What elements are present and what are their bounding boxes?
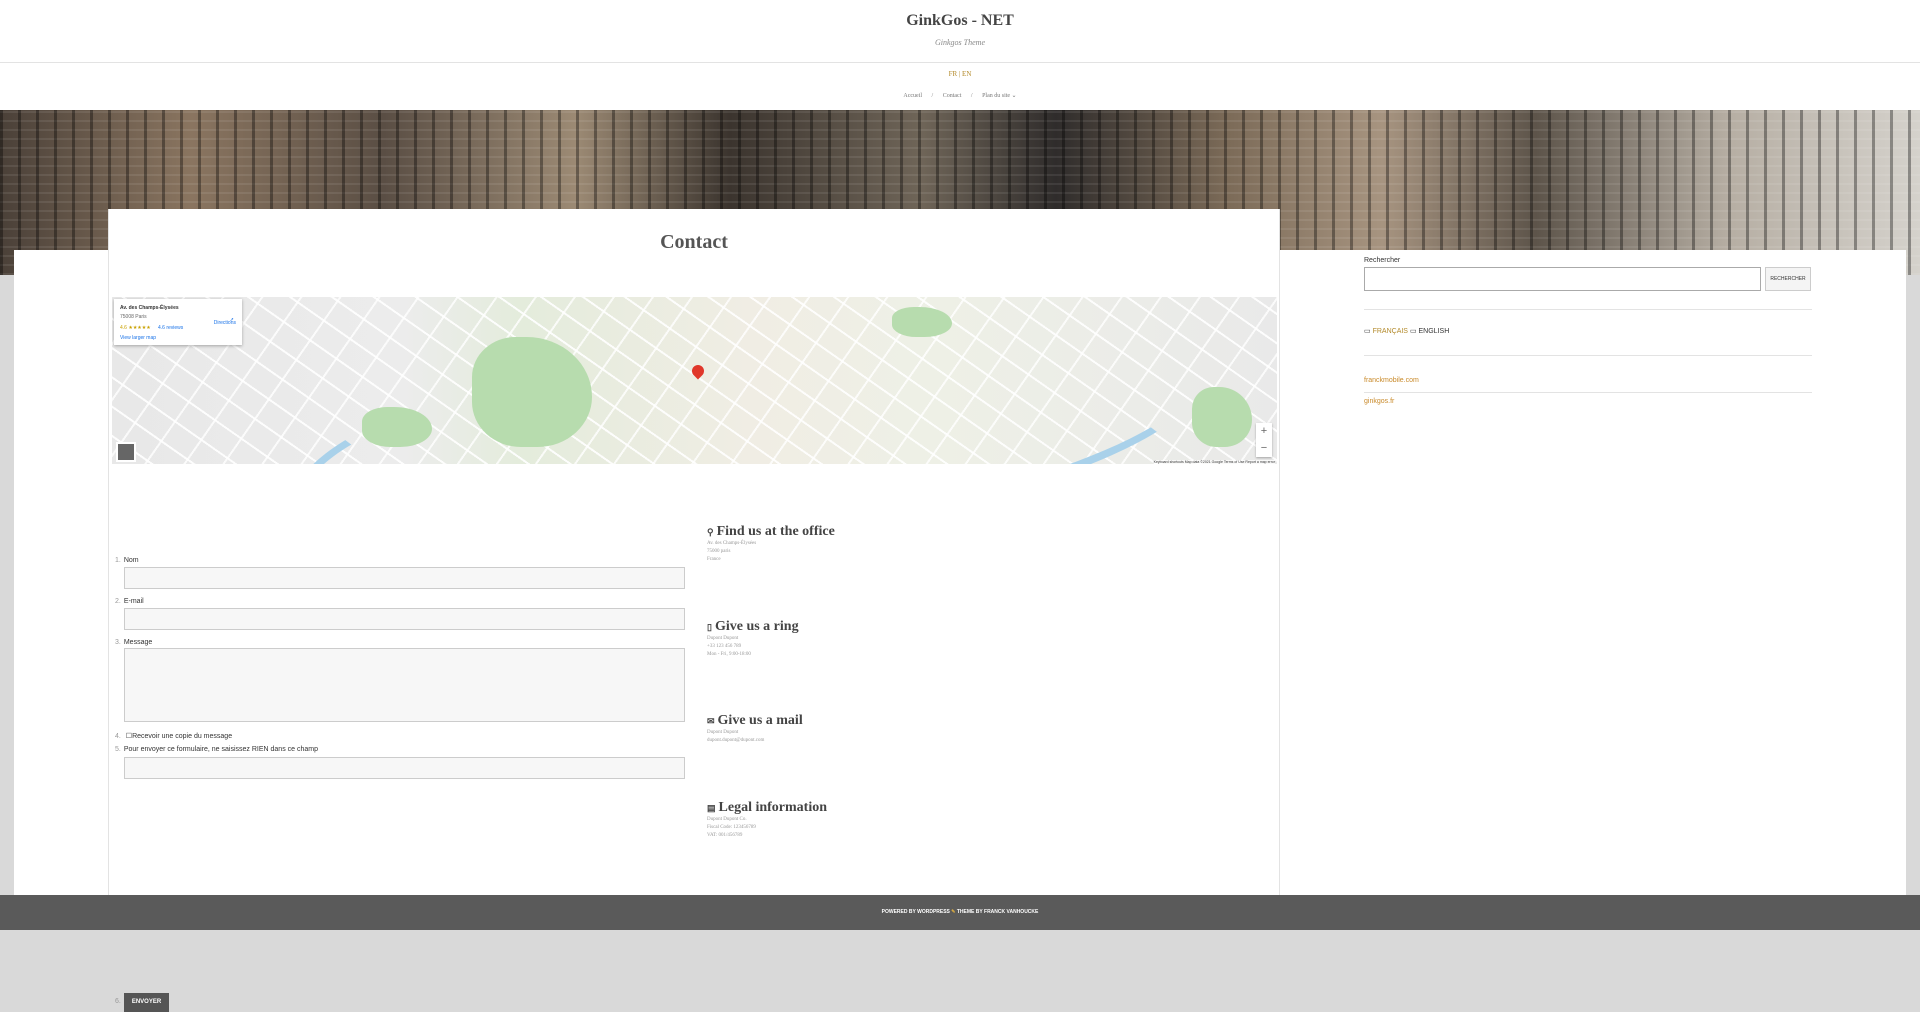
phone-icon: ▯ bbox=[707, 622, 712, 632]
flag-en-icon: ▭ bbox=[1409, 328, 1417, 335]
map-place-name: Av. des Champs-Élysées bbox=[120, 305, 179, 311]
message-label: 3. Message bbox=[115, 639, 153, 646]
info-phone: ▯ Give us a ring Dupont Dupont +33 123 45… bbox=[707, 619, 799, 657]
nav-separator: / bbox=[970, 93, 973, 99]
zoom-in-button[interactable]: + bbox=[1256, 423, 1272, 440]
nav-item-contact[interactable]: Contact bbox=[943, 93, 962, 99]
envelope-icon: ✉ bbox=[707, 716, 715, 726]
page-title: Contact bbox=[660, 231, 728, 253]
info-mail: ✉ Give us a mail Dupont Dupont dupont.dup… bbox=[707, 713, 803, 743]
theme-credit-link[interactable]: THEME BY FRANCK VANHOUCKE bbox=[957, 909, 1038, 915]
map-reviews-link[interactable]: 4.6 reviews bbox=[158, 325, 183, 331]
main-nav: Accueil / Contact / Plan du site ⌄ bbox=[0, 92, 1920, 99]
header-divider bbox=[0, 62, 1920, 63]
link-franckmobile[interactable]: franckmobile.com bbox=[1364, 377, 1419, 384]
flag-fr-icon: ▭ bbox=[1364, 328, 1371, 335]
message-textarea[interactable] bbox=[124, 648, 685, 722]
email-label: 2. E-mail bbox=[115, 598, 144, 605]
nav-separator: / bbox=[931, 93, 934, 99]
map-place-card: Av. des Champs-Élysées 75008 Paris 4.6 ★… bbox=[114, 299, 242, 345]
copy-checkbox-row: 4. ☐Recevoir une copie du message bbox=[115, 733, 233, 740]
sidebar-divider bbox=[1364, 392, 1812, 393]
info-legal: ▤ Legal information Dupont Dupont Co. Fis… bbox=[707, 800, 828, 838]
nav-item-plan-du-site[interactable]: Plan du site ⌄ bbox=[982, 93, 1017, 99]
name-input[interactable] bbox=[124, 567, 685, 589]
map-park bbox=[1192, 387, 1252, 447]
lang-francais-link[interactable]: FRANÇAIS bbox=[1373, 328, 1408, 335]
map-directions-link[interactable]: Directions bbox=[214, 320, 236, 326]
search-input[interactable] bbox=[1364, 267, 1761, 291]
sidebar-divider bbox=[1364, 309, 1812, 310]
email-input[interactable] bbox=[124, 608, 685, 630]
send-row-number: 6. bbox=[115, 998, 121, 1005]
language-list: ▭ FRANÇAIS ▭ ENGLISH bbox=[1364, 327, 1449, 335]
zoom-out-button[interactable]: − bbox=[1256, 440, 1272, 457]
map-place-address: 75008 Paris bbox=[120, 314, 147, 320]
satellite-toggle-button[interactable] bbox=[116, 442, 136, 462]
search-label: Rechercher bbox=[1364, 257, 1401, 264]
honeypot-input[interactable] bbox=[124, 757, 685, 779]
site-header: GinkGos - NET Ginkgos Theme FR | EN Accu… bbox=[0, 0, 1920, 110]
search-button[interactable]: RECHERCHER bbox=[1765, 267, 1811, 291]
powered-by-link[interactable]: POWERED BY WORDPRESS bbox=[882, 909, 950, 915]
site-title[interactable]: GinkGos - NET bbox=[0, 12, 1920, 30]
google-map[interactable]: Av. des Champs-Élysées 75008 Paris 4.6 ★… bbox=[112, 297, 1277, 464]
sidebar-divider bbox=[1364, 355, 1812, 356]
document-icon: ▤ bbox=[707, 803, 716, 813]
site-footer: POWERED BY WORDPRESS ✎ THEME BY FRANCK V… bbox=[0, 895, 1920, 930]
map-marker-icon: ⚲ bbox=[707, 527, 714, 537]
copy-label: Recevoir une copie du message bbox=[132, 733, 233, 740]
link-ginkgos[interactable]: ginkgos.fr bbox=[1364, 398, 1394, 405]
map-larger-link[interactable]: View larger map bbox=[120, 335, 156, 341]
honeypot-label: 5. Pour envoyer ce formulaire, ne saisiss… bbox=[115, 746, 318, 753]
map-rating: 4.6 ★★★★★ bbox=[120, 325, 151, 331]
map-zoom-control: + − bbox=[1256, 423, 1272, 457]
main-content: Contact Av. des Champs-Élysées 75008 Par… bbox=[108, 209, 1280, 1012]
lang-english-link[interactable]: ENGLISH bbox=[1419, 328, 1450, 335]
map-river bbox=[281, 297, 1221, 464]
site-description: Ginkgos Theme bbox=[935, 38, 985, 47]
nav-item-accueil[interactable]: Accueil bbox=[903, 93, 922, 99]
info-office: ⚲ Find us at the office Av. des Champs-Él… bbox=[707, 524, 835, 562]
name-label: 1. Nom bbox=[115, 557, 139, 564]
map-attribution[interactable]: Keyboard shortcuts Map data ©2021 Google… bbox=[1153, 460, 1275, 464]
send-button[interactable]: ENVOYER bbox=[124, 993, 169, 1012]
language-switcher[interactable]: FR | EN bbox=[0, 70, 1920, 78]
